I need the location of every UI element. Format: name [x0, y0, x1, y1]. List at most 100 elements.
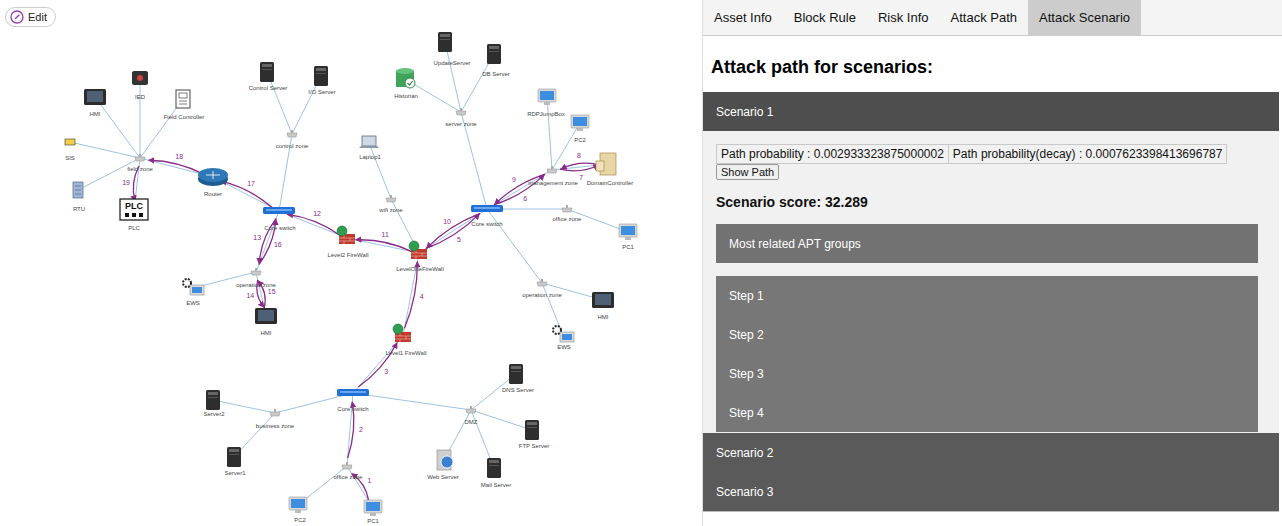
network-node[interactable]: Field Controller [164, 90, 205, 120]
network-node[interactable]: Web Server [427, 450, 459, 480]
network-node[interactable]: EWS [183, 279, 204, 306]
network-node[interactable]: operation zone [522, 279, 562, 298]
network-node[interactable]: Server2 [203, 390, 225, 417]
attack-edge [427, 213, 481, 248]
network-node[interactable]: UpdateServer [433, 32, 470, 66]
network-node[interactable]: DB Server [482, 44, 510, 77]
network-node[interactable]: Mail Server [481, 458, 511, 488]
attack-step[interactable]: 8 [561, 152, 600, 169]
network-node[interactable]: Core switch [471, 205, 503, 227]
step-header[interactable]: Step 3 [716, 354, 1258, 393]
attack-step[interactable]: 9 [495, 174, 545, 204]
ews-icon [553, 326, 574, 342]
network-node[interactable]: Level1 FireWall [385, 324, 426, 356]
network-node[interactable]: Core switch [263, 207, 296, 231]
server-icon [260, 62, 274, 82]
tab[interactable]: Attack Path [940, 0, 1028, 35]
network-node[interactable]: EWS [553, 326, 574, 350]
attack-step[interactable]: 5 [426, 214, 480, 249]
network-node[interactable]: FTP Server [519, 420, 550, 449]
scenario-header[interactable]: Scenario 1 [703, 92, 1279, 131]
sis-icon [65, 139, 75, 145]
network-link [369, 143, 391, 199]
tab[interactable]: Block Rule [783, 0, 867, 35]
network-node[interactable]: Control Server [249, 62, 288, 91]
scenario-header[interactable]: Scenario 3 [703, 472, 1279, 511]
network-node[interactable]: LevelOneFireWall [396, 241, 443, 272]
step-header[interactable]: Step 1 [716, 276, 1258, 315]
router-icon [198, 168, 228, 186]
hub-icon [547, 166, 557, 173]
network-node[interactable]: I/O Server [308, 66, 335, 95]
network-node[interactable]: control zone [276, 130, 309, 149]
node-label: PLC [128, 225, 140, 231]
attack-edge [560, 165, 599, 171]
network-node[interactable]: office zone [553, 205, 583, 222]
rtu-icon [73, 182, 83, 198]
laptop-icon [359, 136, 379, 148]
node-label: wifi zone [378, 207, 403, 213]
scenario: Scenario 2 [703, 433, 1279, 472]
step-header[interactable]: Step 2 [716, 315, 1258, 354]
network-node[interactable]: PC1 [619, 224, 637, 250]
server-icon [487, 44, 501, 64]
network-node[interactable]: Router [198, 168, 228, 197]
scenario-header[interactable]: Scenario 2 [703, 433, 1279, 472]
apt-groups-header[interactable]: Most related APT groups [716, 224, 1258, 263]
network-node[interactable]: IED [132, 71, 148, 100]
network-node[interactable]: Core switch [337, 389, 369, 412]
network-node[interactable]: RDPJumpBox [527, 89, 565, 117]
network-node[interactable]: SIS [65, 139, 75, 161]
node-label: DB Server [482, 71, 510, 77]
show-path-button[interactable]: Show Path [716, 164, 779, 180]
network-node[interactable]: wifi zone [378, 195, 403, 213]
attack-step[interactable]: 17 [221, 180, 272, 207]
network-node[interactable]: HMI [592, 292, 614, 320]
node-label: PC1 [367, 518, 379, 524]
network-node[interactable]: PC1 [364, 500, 382, 524]
step-header[interactable]: Step 4 [716, 393, 1258, 432]
network-node[interactable]: server zone [445, 108, 477, 127]
network-node[interactable]: PC2 [571, 115, 589, 143]
attack-step-number: 5 [457, 236, 461, 243]
network-link [347, 393, 353, 466]
node-label: operation zone [236, 282, 276, 288]
network-node[interactable]: DNS Server [502, 364, 534, 393]
tab[interactable]: Attack Scenario [1028, 0, 1141, 35]
node-label: EWS [186, 300, 200, 306]
node-label: HMI [598, 314, 609, 320]
network-node[interactable]: Laptop1 [359, 136, 382, 160]
network-node[interactable]: Level2 FireWall [327, 226, 368, 258]
attack-step-number: 19 [122, 179, 130, 186]
attack-step[interactable]: 18 [149, 153, 206, 175]
attack-step[interactable]: 11 [356, 231, 411, 252]
attack-step[interactable]: 10 [427, 213, 481, 248]
panel-heading: Attack path for scenarios: [703, 36, 1282, 92]
network-node[interactable]: DMZ [465, 406, 478, 425]
node-label: Core switch [264, 225, 295, 231]
network-node[interactable]: Server1 [224, 447, 246, 476]
network-node[interactable]: business zone [256, 409, 295, 429]
network-node[interactable]: PLCPLC [120, 199, 148, 231]
network-node[interactable]: operation zone [236, 268, 276, 288]
network-node[interactable]: field zone [127, 154, 153, 172]
edit-button[interactable]: Edit [5, 7, 56, 27]
network-node[interactable]: HMI [255, 308, 277, 336]
node-label: Web Server [427, 474, 459, 480]
node-label: Router [204, 191, 222, 197]
network-node[interactable]: management zone [528, 166, 578, 186]
hub-icon [251, 268, 261, 275]
network-node[interactable]: Historian [394, 68, 418, 99]
network-node[interactable]: DomainController [587, 153, 634, 186]
node-label: UpdateServer [433, 60, 470, 66]
tab[interactable]: Risk Info [867, 0, 940, 35]
network-node[interactable]: RTU [73, 182, 85, 212]
attack-step[interactable]: 12 [287, 210, 339, 235]
network-node[interactable]: office zone [334, 462, 364, 480]
tab[interactable]: Asset Info [703, 0, 783, 35]
network-canvas[interactable]: Edit 12345678910111213141516171819HMIIED… [0, 0, 702, 526]
switch-icon [337, 389, 369, 396]
network-node[interactable]: HMI [84, 89, 106, 117]
network-node[interactable]: PC2 [289, 497, 307, 523]
node-label: office zone [553, 216, 583, 222]
